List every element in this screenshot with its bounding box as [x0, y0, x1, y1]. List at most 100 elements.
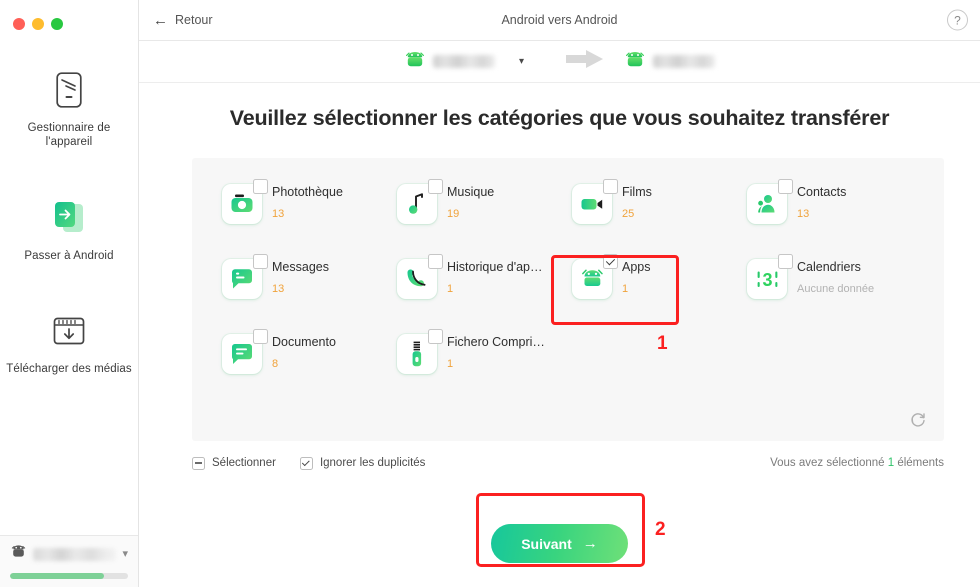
category-checkbox[interactable] [253, 254, 268, 269]
category-label: Musique [447, 185, 495, 199]
category-count: 1 [622, 282, 629, 295]
download-media-icon [51, 309, 87, 353]
sidebar-nav: Gestionnaire de l'appareil Passer à Andr… [0, 34, 138, 587]
category-item-contacts[interactable]: Contacts 13 [747, 179, 922, 224]
category-item-films[interactable]: Films 25 [572, 179, 747, 224]
back-button[interactable]: ← Retour [153, 13, 213, 28]
category-label: Historique d'ap… [447, 260, 543, 274]
category-checkbox[interactable] [253, 179, 268, 194]
categories-panel: Photothèque 13 Musique 19 Films 25 Contacts 13 M… [192, 158, 944, 441]
category-checkbox[interactable] [603, 179, 618, 194]
category-count: 13 [272, 207, 285, 220]
category-count: 19 [447, 207, 460, 220]
category-checkbox[interactable] [428, 329, 443, 344]
category-label: Calendriers [797, 260, 861, 274]
category-text: Calendriers Aucune donnée [797, 259, 874, 295]
page-title: Android vers Android [501, 13, 618, 27]
category-checkbox[interactable] [253, 329, 268, 344]
category-icon-wrap [397, 254, 443, 299]
category-icon-wrap [222, 254, 268, 299]
category-label: Fichero Compri… [447, 335, 545, 349]
next-button-label: Suivant [521, 535, 572, 552]
category-item-historique-d-ap[interactable]: Historique d'ap… 1 [397, 254, 572, 299]
category-checkbox[interactable] [778, 254, 793, 269]
category-count: 13 [272, 282, 285, 295]
category-count: 13 [797, 207, 810, 220]
help-button[interactable]: ? [947, 9, 968, 31]
category-item-messages[interactable]: Messages 13 [222, 254, 397, 299]
top-bar: ← Retour Android vers Android ? [139, 0, 980, 41]
android-robot-icon [404, 51, 426, 73]
select-all-label: Sélectionner [212, 457, 276, 469]
ignore-duplicates-checkbox[interactable]: Ignorer les duplicités [299, 456, 426, 470]
category-label: Films [622, 185, 652, 199]
category-count: Aucune donnée [797, 282, 875, 295]
category-item-calendriers[interactable]: 3 Calendriers Aucune donnée [747, 254, 922, 299]
switch-to-android-icon [49, 196, 89, 240]
category-count: 1 [447, 357, 454, 370]
svg-text:3: 3 [762, 270, 772, 290]
footer-controls: Sélectionner Ignorer les duplicités Vous… [192, 453, 944, 473]
category-count: 1 [447, 282, 454, 295]
window-traffic-lights [0, 0, 138, 34]
sidebar-item-label: Passer à Android [24, 249, 114, 262]
app-window: Gestionnaire de l'appareil Passer à Andr… [0, 0, 980, 587]
category-text: Contacts 13 [797, 184, 846, 220]
next-button[interactable]: Suivant → [491, 524, 628, 563]
refresh-icon[interactable] [909, 411, 927, 429]
category-count: 8 [272, 357, 279, 370]
category-icon-wrap [222, 179, 268, 224]
chevron-down-icon[interactable]: ▾ [519, 56, 524, 67]
category-text: Photothèque 13 [272, 184, 343, 220]
category-item-musique[interactable]: Musique 19 [397, 179, 572, 224]
sidebar-item-label: Gestionnaire de l'appareil [27, 122, 111, 149]
android-robot-icon [10, 545, 27, 564]
category-label: Messages [272, 260, 329, 274]
category-checkbox[interactable] [603, 254, 618, 269]
category-count: 25 [622, 207, 635, 220]
device-name-masked [33, 548, 117, 561]
selection-prefix: Vous avez sélectionné [770, 457, 888, 469]
arrow-right-icon [566, 48, 604, 75]
minimize-window-button[interactable] [32, 18, 44, 30]
category-checkbox[interactable] [428, 179, 443, 194]
category-item-phototh-que[interactable]: Photothèque 13 [222, 179, 397, 224]
device-manager-icon [56, 68, 82, 112]
maximize-window-button[interactable] [51, 18, 63, 30]
annotation-number-2: 2 [655, 519, 666, 540]
category-icon-wrap: 3 [747, 254, 793, 299]
checkbox-checked-icon [299, 456, 313, 470]
category-label: Documento [272, 335, 336, 349]
select-all-checkbox[interactable]: Sélectionner [192, 456, 276, 470]
category-icon-wrap [572, 179, 618, 224]
category-icon-wrap [572, 254, 618, 299]
back-button-label: Retour [175, 13, 213, 27]
sidebar-item-device-manager[interactable]: Gestionnaire de l'appareil [0, 56, 138, 162]
device-transfer-bar: ▾ [139, 41, 980, 83]
category-checkbox[interactable] [778, 179, 793, 194]
category-item-documento[interactable]: Documento 8 [222, 329, 397, 374]
category-item-fichero-compri[interactable]: Fichero Compri… 1 [397, 329, 572, 374]
source-device-name-masked [432, 55, 495, 68]
arrow-left-icon: ← [153, 11, 168, 29]
device-storage-fill [10, 573, 105, 579]
selection-summary: Vous avez sélectionné 1 éléments [770, 457, 944, 469]
category-item-apps[interactable]: Apps 1 [572, 254, 747, 299]
chevron-down-icon[interactable]: ▾ [122, 549, 128, 560]
sidebar-item-switch-to-android[interactable]: Passer à Android [0, 184, 138, 275]
next-button-area: Suivant → [139, 524, 980, 563]
sidebar-item-download-media[interactable]: Télécharger des médias [0, 297, 138, 388]
ignore-duplicates-label: Ignorer les duplicités [319, 457, 426, 469]
android-robot-icon [624, 51, 646, 73]
close-window-button[interactable] [13, 18, 25, 30]
sidebar-device-bar[interactable]: ▾ [0, 535, 138, 587]
source-device[interactable] [404, 51, 495, 73]
category-text: Apps 1 [622, 259, 651, 295]
category-label: Photothèque [272, 185, 343, 199]
main-content: ← Retour Android vers Android ? ▾ Veuill… [139, 0, 980, 587]
selection-suffix: éléments [894, 457, 944, 469]
category-text: Historique d'ap… 1 [447, 259, 543, 295]
target-device[interactable] [624, 51, 716, 73]
category-checkbox[interactable] [428, 254, 443, 269]
category-text: Messages 13 [272, 259, 329, 295]
